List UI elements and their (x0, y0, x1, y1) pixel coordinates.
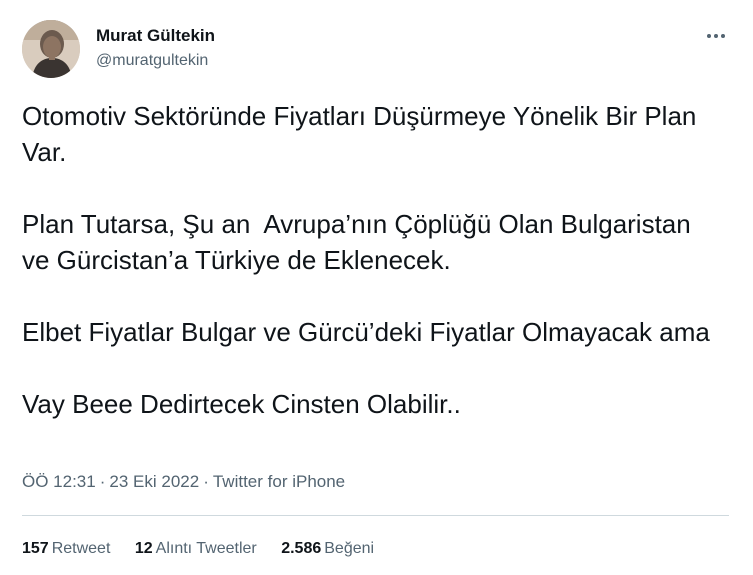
meta-separator: · (99, 472, 106, 491)
tweet-meta: ÖÖ 12:31 · 23 Eki 2022 · Twitter for iPhone (22, 472, 345, 492)
retweets-stat[interactable]: 157 Retweet (22, 540, 110, 558)
avatar[interactable] (22, 20, 80, 78)
tweet-timestamp[interactable]: ÖÖ 12:31 · 23 Eki 2022 (22, 472, 199, 491)
quotes-count: 12 (134, 540, 153, 557)
tweet-paragraph: Elbet Fiyatlar Bulgar ve Gürcü’deki Fiya… (22, 317, 710, 347)
tweet-date: 23 Eki 2022 (109, 472, 200, 491)
author-handle[interactable]: @muratgultekin (96, 52, 208, 70)
tweet-text: Otomotiv Sektöründe Fiyatları Düşürmeye … (22, 98, 722, 422)
retweets-count: 157 (22, 540, 49, 557)
quotes-label: Alıntı Tweetler (155, 540, 257, 557)
tweet-source[interactable]: Twitter for iPhone (213, 472, 345, 491)
avatar-image (22, 20, 80, 78)
tweet-header: Murat Gültekin @muratgultekin (22, 20, 732, 80)
quotes-stat[interactable]: 12 Alıntı Tweetler (135, 540, 257, 558)
meta-separator: · (203, 472, 209, 491)
tweet-stats: 157 Retweet 12 Alıntı Tweetler 2.586 Beğeni (22, 540, 394, 558)
divider (22, 515, 729, 516)
tweet-time: ÖÖ 12:31 (22, 472, 96, 491)
tweet-paragraph: Vay Beee Dedirtecek Cinsten Olabilir.. (22, 389, 461, 419)
author-name[interactable]: Murat Gültekin (96, 26, 215, 46)
likes-label: Beğeni (324, 540, 375, 557)
tweet-paragraph: Otomotiv Sektöründe Fiyatları Düşürmeye … (22, 101, 704, 167)
likes-count: 2.586 (281, 540, 322, 557)
retweets-label: Retweet (51, 540, 111, 557)
likes-stat[interactable]: 2.586 Beğeni (281, 540, 374, 558)
tweet-card: Murat Gültekin @muratgultekin Otomotiv S… (0, 0, 753, 575)
more-horizontal-icon[interactable] (704, 28, 728, 44)
tweet-paragraph: Plan Tutarsa, Şu an Avrupa’nın Çöplüğü O… (22, 209, 698, 275)
